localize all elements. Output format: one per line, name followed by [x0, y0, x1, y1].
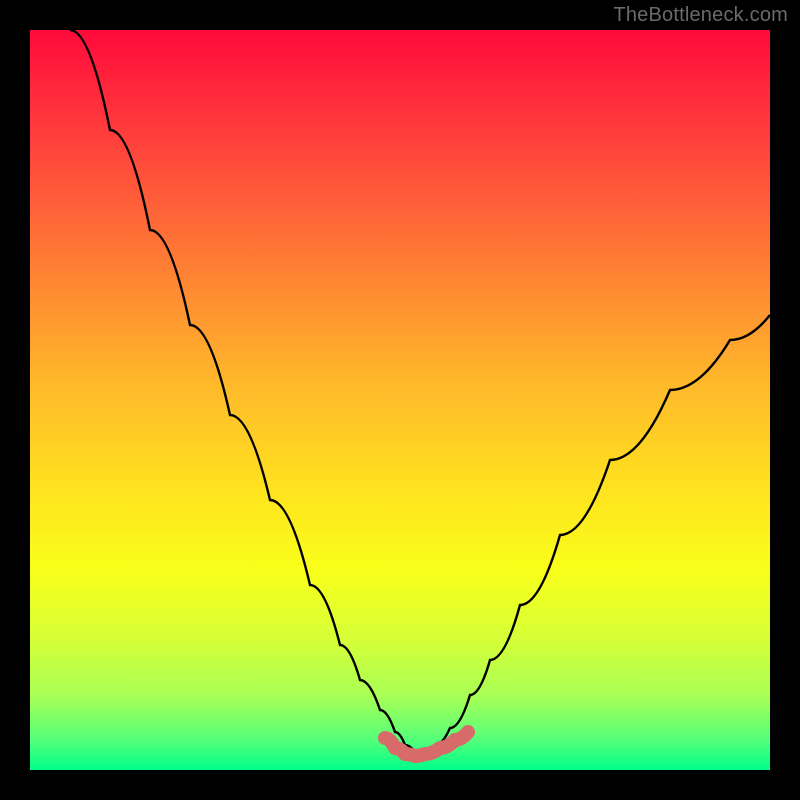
watermark-text: TheBottleneck.com [613, 4, 788, 27]
bottom-highlight-path [385, 732, 468, 756]
plot-area [30, 30, 770, 770]
chart-frame: TheBottleneck.com [0, 0, 800, 800]
bottleneck-curve-path [70, 30, 770, 752]
curve-svg [30, 30, 770, 770]
